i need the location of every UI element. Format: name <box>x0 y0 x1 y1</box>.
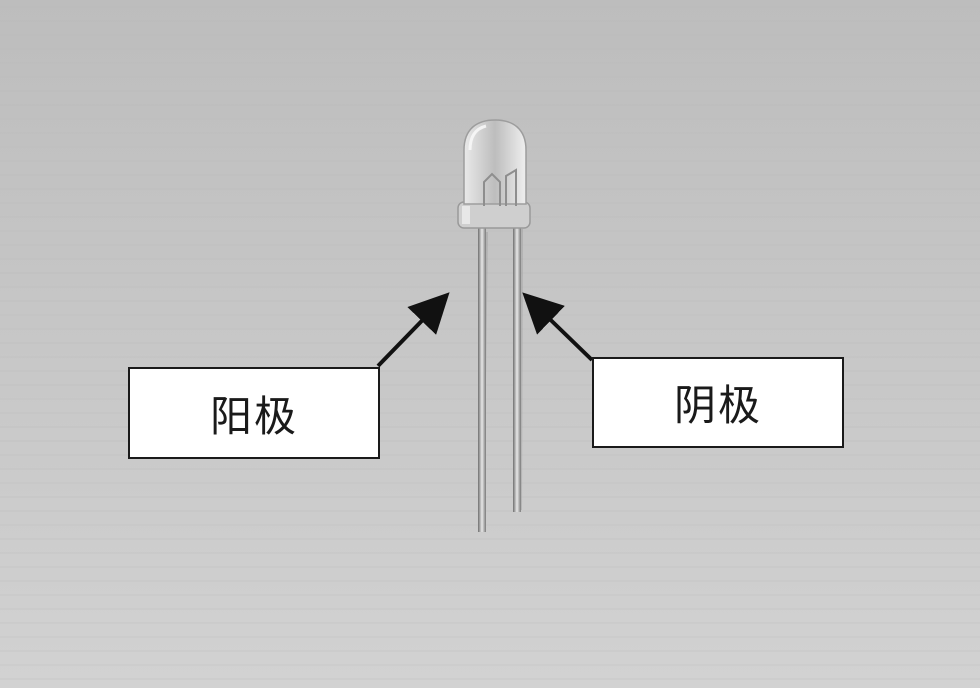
cathode-label: 阴极 <box>592 357 844 448</box>
led-photo: 阳极 阴极 <box>0 0 980 688</box>
anode-lead <box>478 226 486 532</box>
anode-label-text: 阳极 <box>209 391 298 441</box>
cathode-lead <box>513 224 521 512</box>
anode-label: 阳极 <box>128 367 380 459</box>
paper-background <box>0 0 980 688</box>
led-scene <box>0 0 980 688</box>
cathode-label-text: 阴极 <box>673 381 762 430</box>
